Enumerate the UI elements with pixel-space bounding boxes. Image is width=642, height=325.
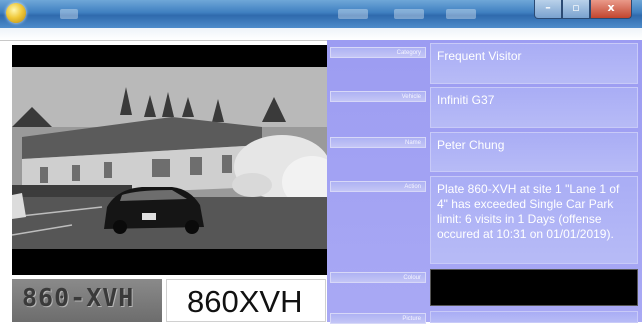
title-glint [60,9,78,19]
title-glint [394,9,424,19]
name-label: Name [330,137,426,148]
vehicle-value: Infiniti G37 [430,87,638,128]
vehicle-photo [12,67,327,249]
camera-view [12,45,327,275]
minimize-button[interactable]: – [534,0,562,19]
plate-crop-image: 860-XVH [12,279,162,322]
info-panel: Category Frequent Visitor Vehicle Infini… [327,40,642,324]
picture-value [430,311,638,323]
plate-crop-text: 860-XVH [22,283,135,312]
picture-label: Picture [330,313,426,324]
window-title-bar: – ▫ x [0,0,642,28]
action-value: Plate 860-XVH at site 1 "Lane 1 of 4" ha… [430,176,638,264]
window-controls: – ▫ x [534,0,632,20]
action-label: Action [330,181,426,192]
vehicle-label: Vehicle [330,91,426,102]
title-glint [446,9,476,19]
colour-swatch [430,269,638,306]
name-value: Peter Chung [430,132,638,172]
colour-label: Colour [330,272,426,283]
maximize-button[interactable]: ▫ [562,0,590,19]
windows-orb-icon[interactable] [6,3,26,23]
plate-read-text: 860XVH [166,279,326,322]
category-value: Frequent Visitor [430,43,638,84]
category-label: Category [330,47,426,58]
close-button[interactable]: x [590,0,632,19]
title-glint [338,9,368,19]
